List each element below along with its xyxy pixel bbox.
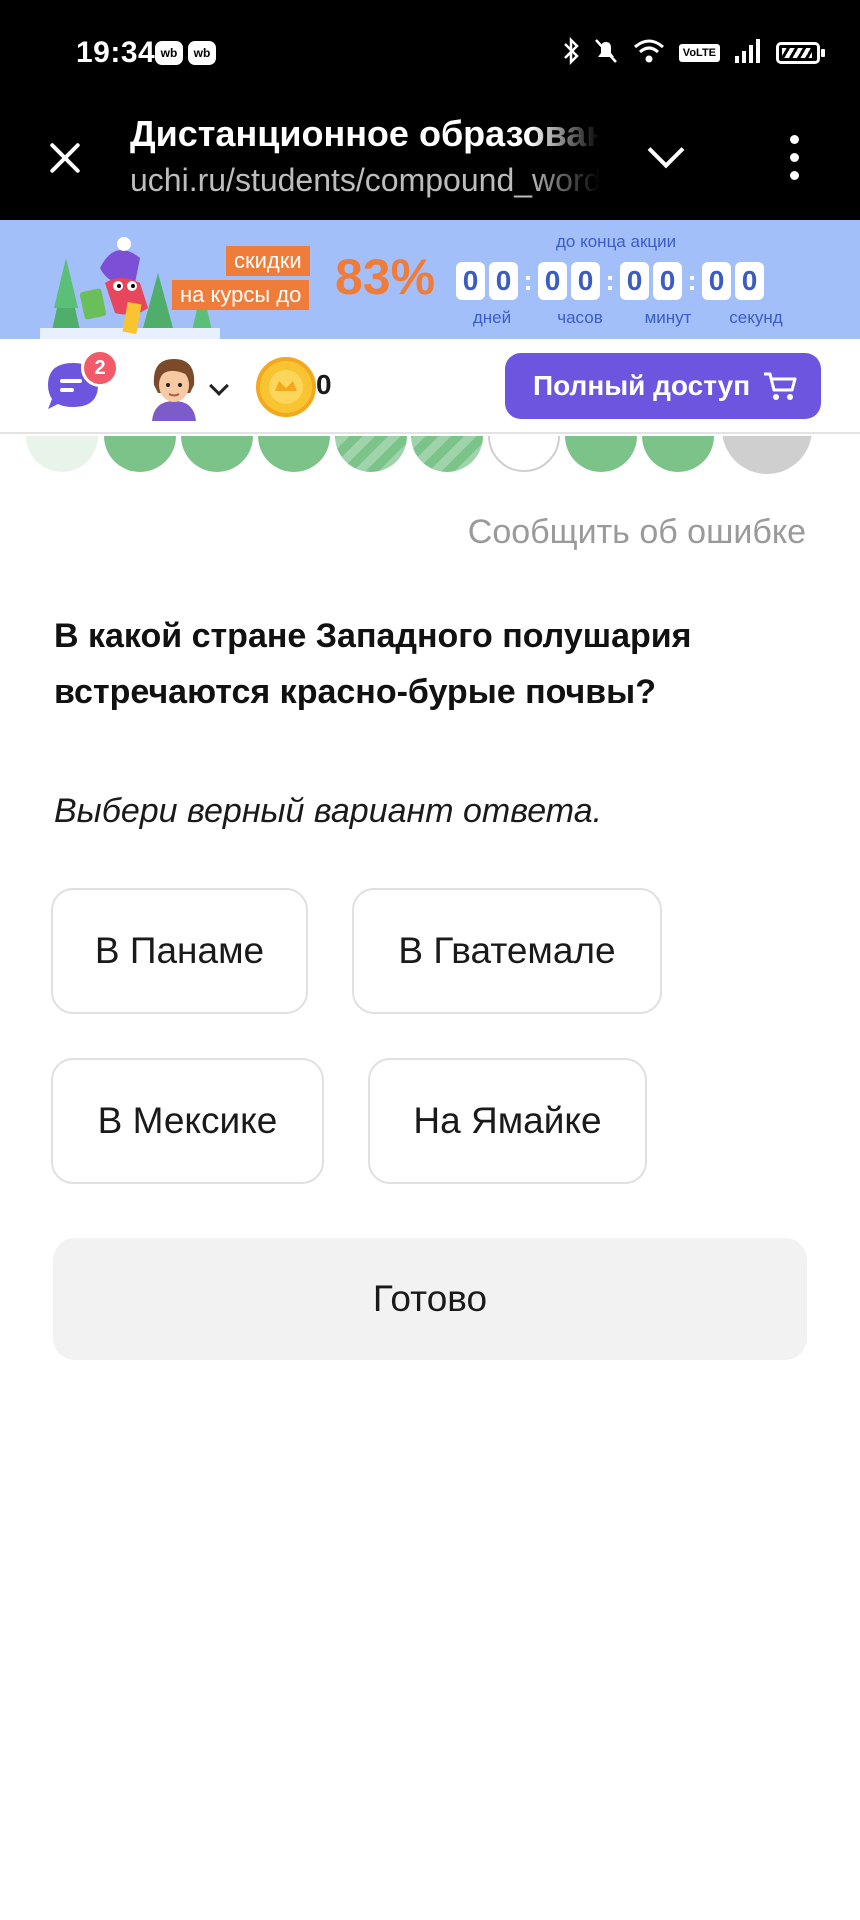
countdown-digit: 0 xyxy=(653,262,682,300)
countdown-label: секунд xyxy=(729,308,783,327)
progress-step[interactable] xyxy=(258,436,330,472)
report-error-link[interactable]: Сообщить об ошибке xyxy=(468,513,806,552)
done-button[interactable]: Готово xyxy=(53,1238,807,1360)
status-bar: 19:34 wb wb VoLTE xyxy=(0,0,860,105)
countdown-timer: 0 0 : 0 0 : 0 0 : 0 0 xyxy=(456,262,768,300)
wb-app-icon: wb xyxy=(188,41,216,65)
countdown-label: часов xyxy=(557,308,603,327)
promo-tag: на курсы до xyxy=(172,280,310,310)
promo-tag: скидки xyxy=(226,246,310,276)
progress-step[interactable] xyxy=(335,436,407,472)
status-time: 19:34 xyxy=(76,36,156,69)
browser-header: Дистанционное образование uchi.ru/studen… xyxy=(0,105,860,220)
promo-banner[interactable]: скидки на курсы до 83% до конца акции 0 … xyxy=(0,220,860,339)
instruction-text: Выбери верный вариант ответа. xyxy=(54,792,603,830)
countdown-label: минут xyxy=(644,308,692,327)
countdown-digit: 0 xyxy=(620,262,649,300)
battery-icon xyxy=(776,42,825,64)
bluetooth-icon xyxy=(563,36,579,70)
coin-icon xyxy=(256,357,316,417)
question-text: В какой стране Западного полушария встре… xyxy=(54,617,692,711)
page-url[interactable]: uchi.ru/students/compound_words xyxy=(130,162,600,199)
progress-step[interactable] xyxy=(104,436,176,472)
progress-step[interactable] xyxy=(181,436,253,472)
status-icons: VoLTE xyxy=(563,36,825,70)
promo-until-label: до конца акции xyxy=(556,232,677,251)
countdown-digit: 0 xyxy=(538,262,567,300)
avatar[interactable] xyxy=(144,353,204,421)
cart-icon xyxy=(764,372,797,400)
close-icon[interactable] xyxy=(40,133,90,183)
promo-discount: 83% xyxy=(335,249,436,305)
task-progress-strip xyxy=(0,436,860,476)
volte-badge: VoLTE xyxy=(678,44,720,62)
mute-icon xyxy=(593,37,619,70)
answer-option[interactable]: В Панаме xyxy=(51,888,308,1014)
chevron-down-icon[interactable] xyxy=(645,135,689,175)
notification-badge: 2 xyxy=(81,349,119,387)
full-access-button[interactable]: Полный доступ xyxy=(505,353,821,419)
progress-step[interactable] xyxy=(26,436,98,472)
app-toolbar: 2 0 Полный доступ xyxy=(0,339,860,434)
countdown-digit: 0 xyxy=(735,262,764,300)
progress-step[interactable] xyxy=(411,436,483,472)
answer-option[interactable]: В Мексике xyxy=(51,1058,324,1184)
answer-option[interactable]: В Гватемале xyxy=(352,888,662,1014)
progress-step[interactable] xyxy=(642,436,714,472)
full-access-label: Полный доступ xyxy=(533,370,751,401)
coin-count: 0 xyxy=(316,369,332,400)
progress-step-current[interactable] xyxy=(488,436,560,472)
countdown-digit: 0 xyxy=(456,262,485,300)
chevron-down-icon[interactable] xyxy=(209,376,229,396)
wb-app-icon: wb xyxy=(155,41,183,65)
progress-step[interactable] xyxy=(722,436,812,474)
page-title: Дистанционное образование xyxy=(130,113,600,154)
wifi-icon xyxy=(633,38,665,69)
signal-icon xyxy=(734,38,762,68)
countdown-label: дней xyxy=(472,308,512,327)
progress-step[interactable] xyxy=(565,436,637,472)
answer-option[interactable]: На Ямайке xyxy=(368,1058,647,1184)
countdown-digit: 0 xyxy=(571,262,600,300)
countdown-digit: 0 xyxy=(702,262,731,300)
countdown-digit: 0 xyxy=(489,262,518,300)
more-menu-icon[interactable] xyxy=(780,133,810,183)
